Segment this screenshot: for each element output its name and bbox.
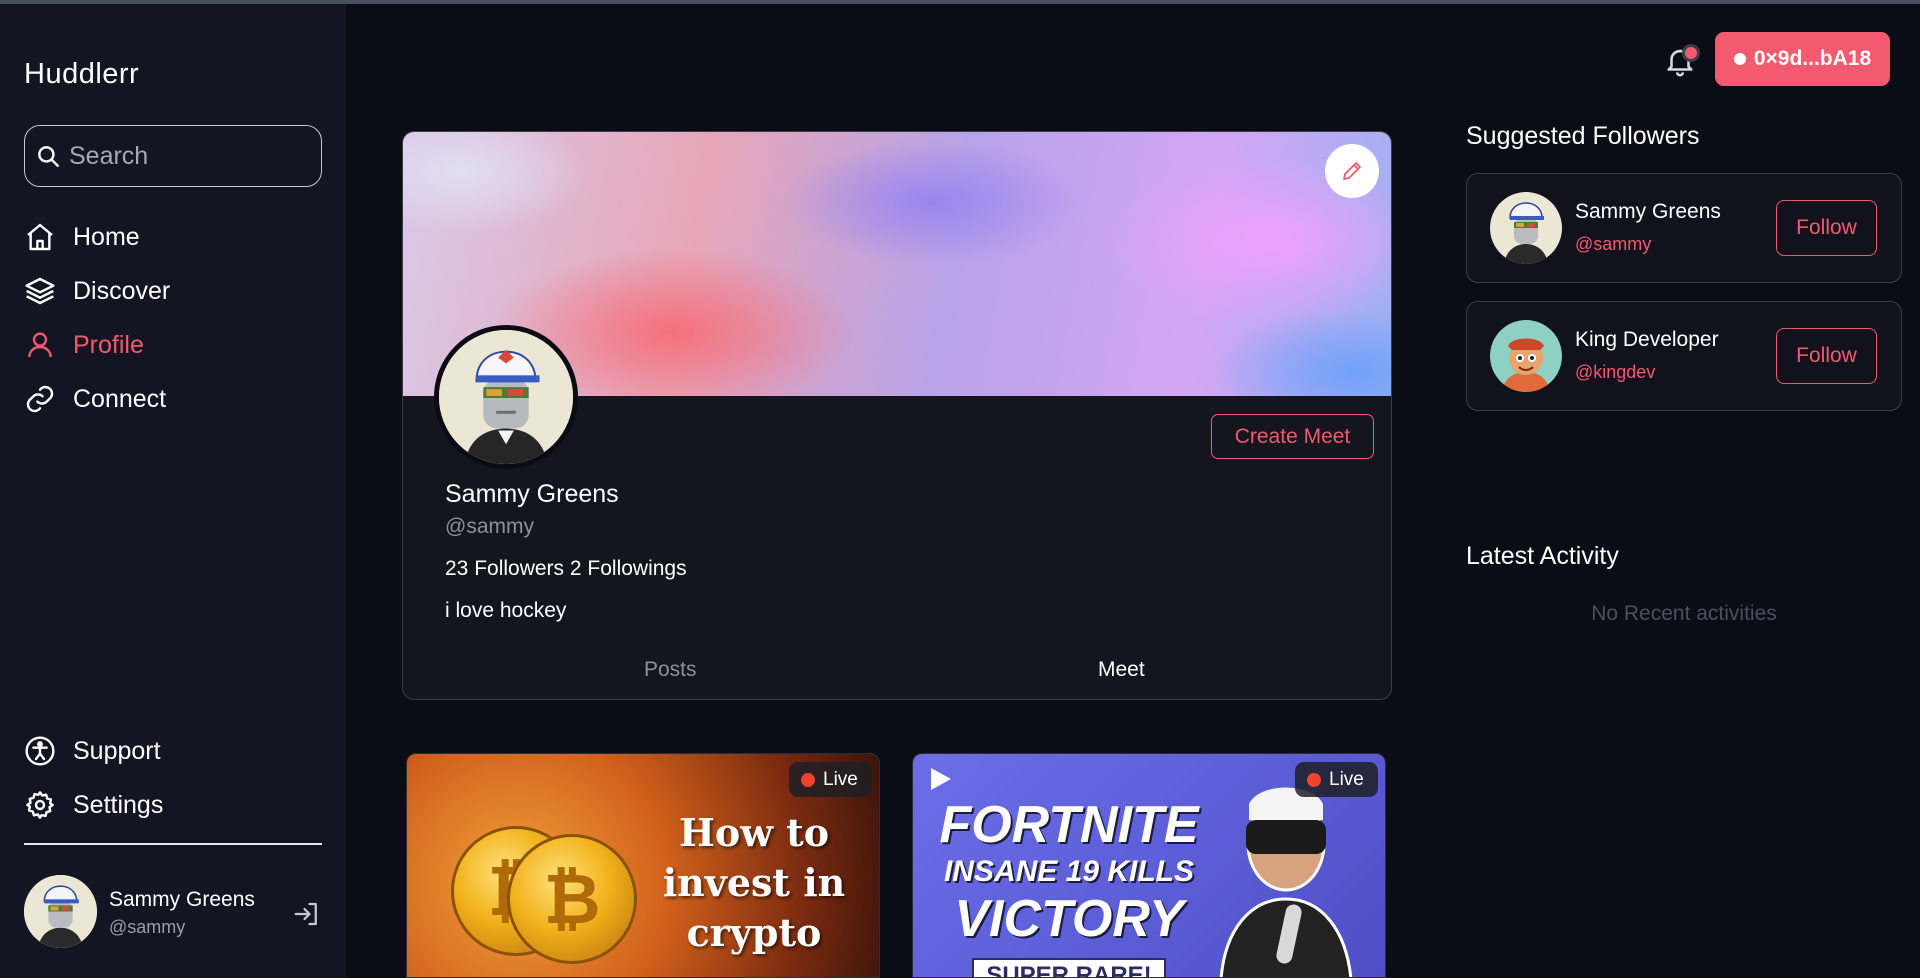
search-box[interactable] (24, 125, 322, 187)
user-icon (28, 332, 52, 358)
search-icon (38, 146, 59, 167)
profile-card: Create Meet Sammy Greens @sammy 23 Follo… (402, 131, 1392, 700)
home-icon (27, 223, 53, 251)
wallet-address: 0×9d...bA18 (1753, 47, 1872, 70)
nav-item-connect[interactable]: Connect (24, 379, 166, 419)
suggested-followers-title: Suggested Followers (1466, 122, 1700, 150)
meet-card[interactable]: FORTNITE INSANE 19 KILLS VICTORY SUPER R… (912, 753, 1386, 978)
follower-name: King Developer (1575, 328, 1719, 351)
ape-avatar-icon (1490, 192, 1562, 264)
tab-meet[interactable]: Meet (1098, 658, 1145, 682)
live-badge: Live (1295, 762, 1378, 797)
empty-activity-message: No Recent activities (1591, 602, 1777, 625)
meet-title-badge: SUPER RARE! (972, 958, 1166, 977)
bitcoin-coin-icon: ₿ (507, 834, 637, 964)
live-dot-icon (1307, 772, 1321, 787)
vr-player-image (1219, 787, 1353, 977)
meet-title-line: crypto (686, 910, 822, 955)
wallet-status-dot (1733, 53, 1746, 65)
nav-label-discover: Discover (73, 276, 171, 305)
sidebar: Huddlerr Home Discover Profile Connect S… (0, 4, 346, 978)
follower-handle[interactable]: @kingdev (1575, 362, 1655, 383)
layers-icon (25, 277, 55, 305)
nav-label-settings: Settings (73, 790, 164, 819)
follower-handle[interactable]: @sammy (1575, 234, 1651, 255)
meet-title-line: invest in (662, 860, 846, 905)
live-dot-icon (801, 772, 815, 787)
nav-label-profile: Profile (73, 330, 144, 359)
avatar[interactable] (24, 875, 97, 948)
notification-dot (1682, 44, 1700, 62)
live-label: Live (1329, 768, 1364, 790)
meet-title-line: VICTORY (954, 890, 1184, 948)
logout-icon[interactable] (292, 899, 322, 929)
search-input[interactable] (69, 141, 309, 171)
follower-card: King Developer @kingdev Follow (1466, 301, 1902, 411)
meet-thumbnail-title: FORTNITE INSANE 19 KILLS VICTORY SUPER R… (939, 796, 1199, 977)
profile-stats[interactable]: 23 Followers 2 Followings (445, 557, 687, 581)
profile-handle: @sammy (445, 515, 534, 538)
current-user-handle: @sammy (109, 917, 186, 937)
nav-item-discover[interactable]: Discover (24, 271, 170, 311)
profile-avatar[interactable] (434, 325, 578, 469)
follower-card: Sammy Greens @sammy Follow (1466, 173, 1902, 283)
nav-label-home: Home (73, 222, 140, 251)
avatar[interactable] (1490, 320, 1562, 392)
ape-avatar-icon (24, 875, 97, 948)
app-logo[interactable]: Huddlerr (24, 58, 139, 91)
gear-icon (26, 791, 54, 819)
nav-item-home[interactable]: Home (24, 217, 140, 257)
nav-item-support[interactable]: Support (24, 731, 161, 771)
current-user-name: Sammy Greens (109, 888, 255, 911)
meet-thumbnail-title: How to invest in crypto (639, 808, 869, 958)
follower-name: Sammy Greens (1575, 200, 1721, 223)
tab-posts[interactable]: Posts (644, 658, 697, 682)
ape-avatar-icon (439, 330, 573, 464)
avatar[interactable] (1490, 192, 1562, 264)
profile-bio: i love hockey (445, 599, 567, 622)
pencil-icon (1343, 162, 1361, 180)
link-icon (26, 385, 54, 413)
sidebar-divider (24, 843, 322, 845)
meet-title-line: FORTNITE (939, 796, 1199, 854)
nav-item-settings[interactable]: Settings (24, 785, 163, 825)
nav-item-profile[interactable]: Profile (24, 325, 144, 365)
play-icon (931, 768, 951, 790)
create-meet-button[interactable]: Create Meet (1211, 414, 1374, 459)
nav-label-connect: Connect (73, 384, 167, 413)
live-label: Live (823, 768, 858, 790)
profile-name: Sammy Greens (445, 480, 619, 508)
edit-cover-button[interactable] (1325, 144, 1379, 198)
follow-button[interactable]: Follow (1776, 200, 1877, 256)
latest-activity-title: Latest Activity (1466, 542, 1619, 570)
meet-card[interactable]: ₿ ₿ How to invest in crypto Live (406, 753, 880, 978)
meet-title-line: INSANE 19 KILLS (943, 855, 1195, 888)
follow-button[interactable]: Follow (1776, 328, 1877, 384)
live-badge: Live (789, 762, 872, 797)
wallet-button[interactable]: 0×9d...bA18 (1715, 32, 1890, 86)
cartoon-avatar-icon (1490, 320, 1562, 392)
nav-label-support: Support (73, 736, 161, 765)
accessibility-icon (25, 736, 55, 766)
meet-title-line: How to (678, 810, 830, 855)
